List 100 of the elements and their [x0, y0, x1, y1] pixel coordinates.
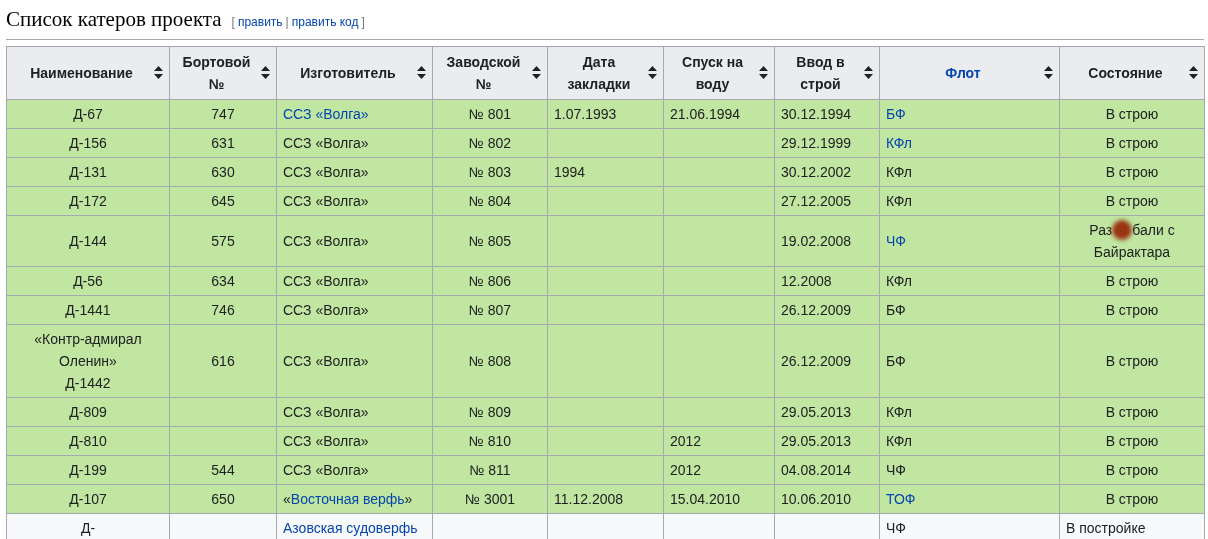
table-cell: № 803 — [468, 163, 512, 180]
table-cell: № 3001 — [464, 490, 516, 507]
sort-icon[interactable] — [864, 66, 873, 79]
table-cell: № 809 — [468, 403, 512, 420]
sort-icon[interactable] — [1189, 66, 1198, 79]
table-cell: № 807 — [468, 301, 512, 318]
sort-icon[interactable] — [648, 66, 657, 79]
maker-text: ССЗ «Волга» — [283, 134, 369, 151]
table-cell: В строю — [1059, 266, 1205, 295]
table-cell: 19.02.2008 — [781, 232, 852, 249]
maker-text: ССЗ «Волга» — [283, 461, 369, 478]
table-cell: В строю — [1059, 99, 1205, 128]
table-cell: № 801 — [468, 105, 512, 122]
bracket: ] — [361, 14, 365, 31]
table-cell: Д-1441 — [6, 295, 170, 324]
column-header: Ввод в строй — [795, 52, 846, 94]
table-cell: 645 — [211, 192, 235, 209]
table-cell: В строю — [1059, 455, 1205, 484]
table-cell: 26.12.2009 — [781, 301, 852, 318]
table-cell: 630 — [211, 163, 235, 180]
table-cell: ЧФ — [886, 519, 906, 536]
fleet-link[interactable]: ТОФ — [886, 490, 916, 507]
table-cell: 2012 — [670, 461, 702, 478]
table-cell: № 804 — [468, 192, 512, 209]
table-cell: Д-809 — [6, 397, 170, 426]
column-header: Наименование — [29, 63, 134, 83]
table-cell: 746 — [211, 301, 235, 318]
table-cell: ЧФ — [886, 461, 906, 478]
table-cell: В строю — [1059, 484, 1205, 513]
table-cell: 650 — [211, 490, 235, 507]
sort-icon[interactable] — [154, 66, 163, 79]
table-cell: 27.12.2005 — [781, 192, 852, 209]
table-cell: КФл — [886, 272, 913, 289]
table-cell: 10.06.2010 — [781, 490, 852, 507]
table-cell: Д-56 — [6, 266, 170, 295]
table-cell: «Контр-адмирал Оленин» Д-1442 — [6, 324, 170, 397]
edit-link[interactable]: править — [237, 13, 283, 31]
table-cell: В строю — [1059, 426, 1205, 455]
table-cell: В строю — [1059, 157, 1205, 186]
table-cell: № 811 — [469, 461, 511, 478]
table-cell: 04.08.2014 — [781, 461, 852, 478]
maker-text: « — [283, 490, 291, 507]
status-text: бали с — [1132, 220, 1175, 240]
table-cell: Д-131 — [6, 157, 170, 186]
table-cell: 11.12.2008 — [554, 490, 624, 507]
column-header: Заводской № — [445, 52, 522, 94]
column-header: Изготовитель — [299, 63, 397, 83]
table-cell: 634 — [211, 272, 235, 289]
table-cell: 544 — [211, 461, 235, 478]
maker-text: ССЗ «Волга» — [283, 272, 369, 289]
table-cell: 21.06.1994 — [670, 105, 741, 122]
table-cell: № 802 — [468, 134, 512, 151]
table-cell: 30.12.2002 — [781, 163, 852, 180]
table-cell: Д- — [6, 513, 170, 539]
column-header: Состояние — [1087, 63, 1164, 83]
table-cell: В строю — [1059, 397, 1205, 426]
table-cell: БФ — [886, 301, 906, 318]
maker-text: ССЗ «Волга» — [283, 432, 369, 449]
table-cell: № 805 — [468, 232, 512, 249]
maker-text: ССЗ «Волга» — [283, 232, 369, 249]
table-cell: 15.04.2010 — [670, 490, 741, 507]
fleet-link[interactable]: БФ — [886, 105, 906, 122]
sort-icon[interactable] — [417, 66, 426, 79]
table-cell: БФ — [886, 352, 906, 369]
maker-text: ССЗ «Волга» — [283, 192, 369, 209]
table-cell: В строю — [1059, 128, 1205, 157]
table-cell: КФл — [886, 432, 913, 449]
section-heading: Список катеров проекта — [6, 6, 222, 33]
maker-link[interactable]: Восточная верфь — [290, 490, 405, 507]
edit-link[interactable]: править код — [291, 13, 359, 31]
table-cell: № 810 — [468, 432, 512, 449]
fleet-link[interactable]: ЧФ — [886, 232, 906, 249]
table-cell: КФл — [886, 163, 913, 180]
fleet-link[interactable]: КФл — [886, 134, 913, 151]
table-cell: 29.05.2013 — [781, 432, 852, 449]
blot — [1112, 219, 1133, 240]
table-cell: 26.12.2009 — [781, 352, 852, 369]
table-cell: 12.2008 — [781, 272, 832, 289]
table-cell: 747 — [211, 105, 235, 122]
maker-text: ССЗ «Волга» — [283, 352, 369, 369]
sort-icon[interactable] — [1044, 66, 1053, 79]
sort-icon[interactable] — [532, 66, 541, 79]
sort-icon[interactable] — [261, 66, 270, 79]
status-text: Байрактара — [1093, 243, 1171, 260]
table-cell: 29.05.2013 — [781, 403, 852, 420]
table-cell: КФл — [886, 192, 913, 209]
table-cell: Д-199 — [6, 455, 170, 484]
table-cell: 575 — [211, 232, 235, 249]
table-cell: Д-156 — [6, 128, 170, 157]
table-cell: Д-67 — [6, 99, 170, 128]
separator: | — [285, 14, 289, 31]
table-cell: В строю — [1059, 295, 1205, 324]
table-cell: № 808 — [468, 352, 512, 369]
table-cell: № 806 — [468, 272, 512, 289]
table-cell: 616 — [211, 352, 235, 369]
table-cell: Д-107 — [6, 484, 170, 513]
table-cell: 1994 — [554, 163, 586, 180]
maker-text: » — [404, 490, 413, 507]
sort-icon[interactable] — [759, 66, 768, 79]
table-cell: Д-172 — [6, 186, 170, 215]
